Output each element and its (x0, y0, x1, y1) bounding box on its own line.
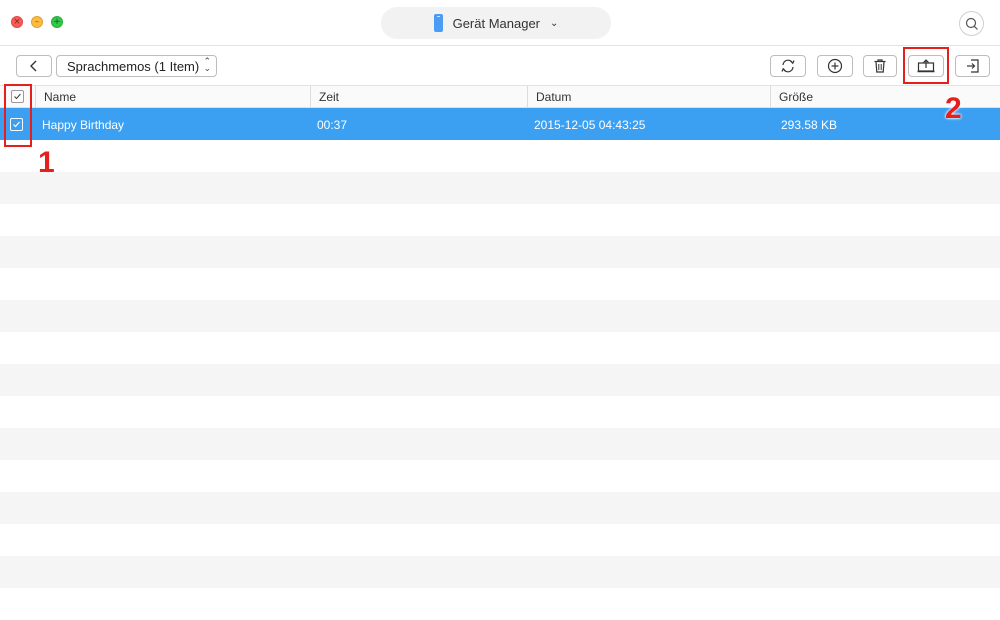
annotation-number-1: 1 (38, 146, 55, 179)
empty-row (0, 140, 1000, 172)
column-header-datum[interactable]: Datum (527, 86, 770, 108)
empty-row (0, 588, 1000, 620)
window-close-button[interactable]: × (11, 16, 23, 28)
empty-row (0, 396, 1000, 428)
empty-row (0, 364, 1000, 396)
add-button[interactable] (817, 55, 853, 77)
table-row[interactable]: Happy Birthday 00:37 2015-12-05 04:43:25… (0, 108, 1000, 140)
annotation-box-2 (903, 47, 949, 84)
empty-row (0, 492, 1000, 524)
back-button[interactable] (16, 55, 52, 77)
table-header: Name Zeit Datum Größe (0, 86, 1000, 108)
window-maximize-button[interactable]: + (51, 16, 63, 28)
search-icon (965, 17, 978, 30)
empty-row (0, 172, 1000, 204)
chevron-down-icon: ⌄ (550, 17, 559, 29)
folder-select-label: Sprachmemos (1 Item) (67, 58, 200, 74)
column-header-name[interactable]: Name (35, 86, 310, 108)
annotation-number-2: 2 (945, 92, 962, 125)
title-bar: × – + Gerät Manager ⌄ (0, 0, 1000, 46)
updown-chevron-icon: ⌃ ⌄ (203, 57, 211, 74)
empty-row (0, 204, 1000, 236)
search-button[interactable] (959, 11, 984, 36)
trash-icon (874, 59, 886, 73)
device-name: Gerät Manager (452, 15, 541, 31)
column-header-groesse[interactable]: Größe (770, 86, 1000, 108)
toolbar: Sprachmemos (1 Item) ⌃ ⌄ (0, 46, 1000, 86)
empty-row (0, 428, 1000, 460)
annotation-box-1 (4, 84, 32, 147)
chevron-left-icon (30, 60, 37, 72)
window-minimize-button[interactable]: – (31, 16, 43, 28)
empty-row (0, 524, 1000, 556)
phone-icon (433, 14, 443, 32)
empty-row (0, 268, 1000, 300)
refresh-button[interactable] (770, 55, 806, 77)
cell-groesse: 293.58 KB (781, 118, 838, 132)
plus-circle-icon (827, 58, 843, 74)
file-list: Happy Birthday 00:37 2015-12-05 04:43:25… (0, 108, 1000, 620)
empty-row (0, 332, 1000, 364)
folder-select[interactable]: Sprachmemos (1 Item) ⌃ ⌄ (56, 55, 217, 77)
empty-row (0, 460, 1000, 492)
delete-button[interactable] (863, 55, 897, 77)
cell-zeit: 00:37 (317, 118, 348, 132)
empty-row (0, 300, 1000, 332)
import-icon (966, 59, 979, 73)
empty-row (0, 556, 1000, 588)
cell-name: Happy Birthday (42, 118, 125, 132)
import-button[interactable] (955, 55, 990, 77)
refresh-icon (781, 59, 795, 73)
device-selector[interactable]: Gerät Manager ⌄ (381, 7, 611, 39)
empty-row (0, 236, 1000, 268)
cell-datum: 2015-12-05 04:43:25 (534, 118, 646, 132)
column-header-zeit[interactable]: Zeit (310, 86, 527, 108)
